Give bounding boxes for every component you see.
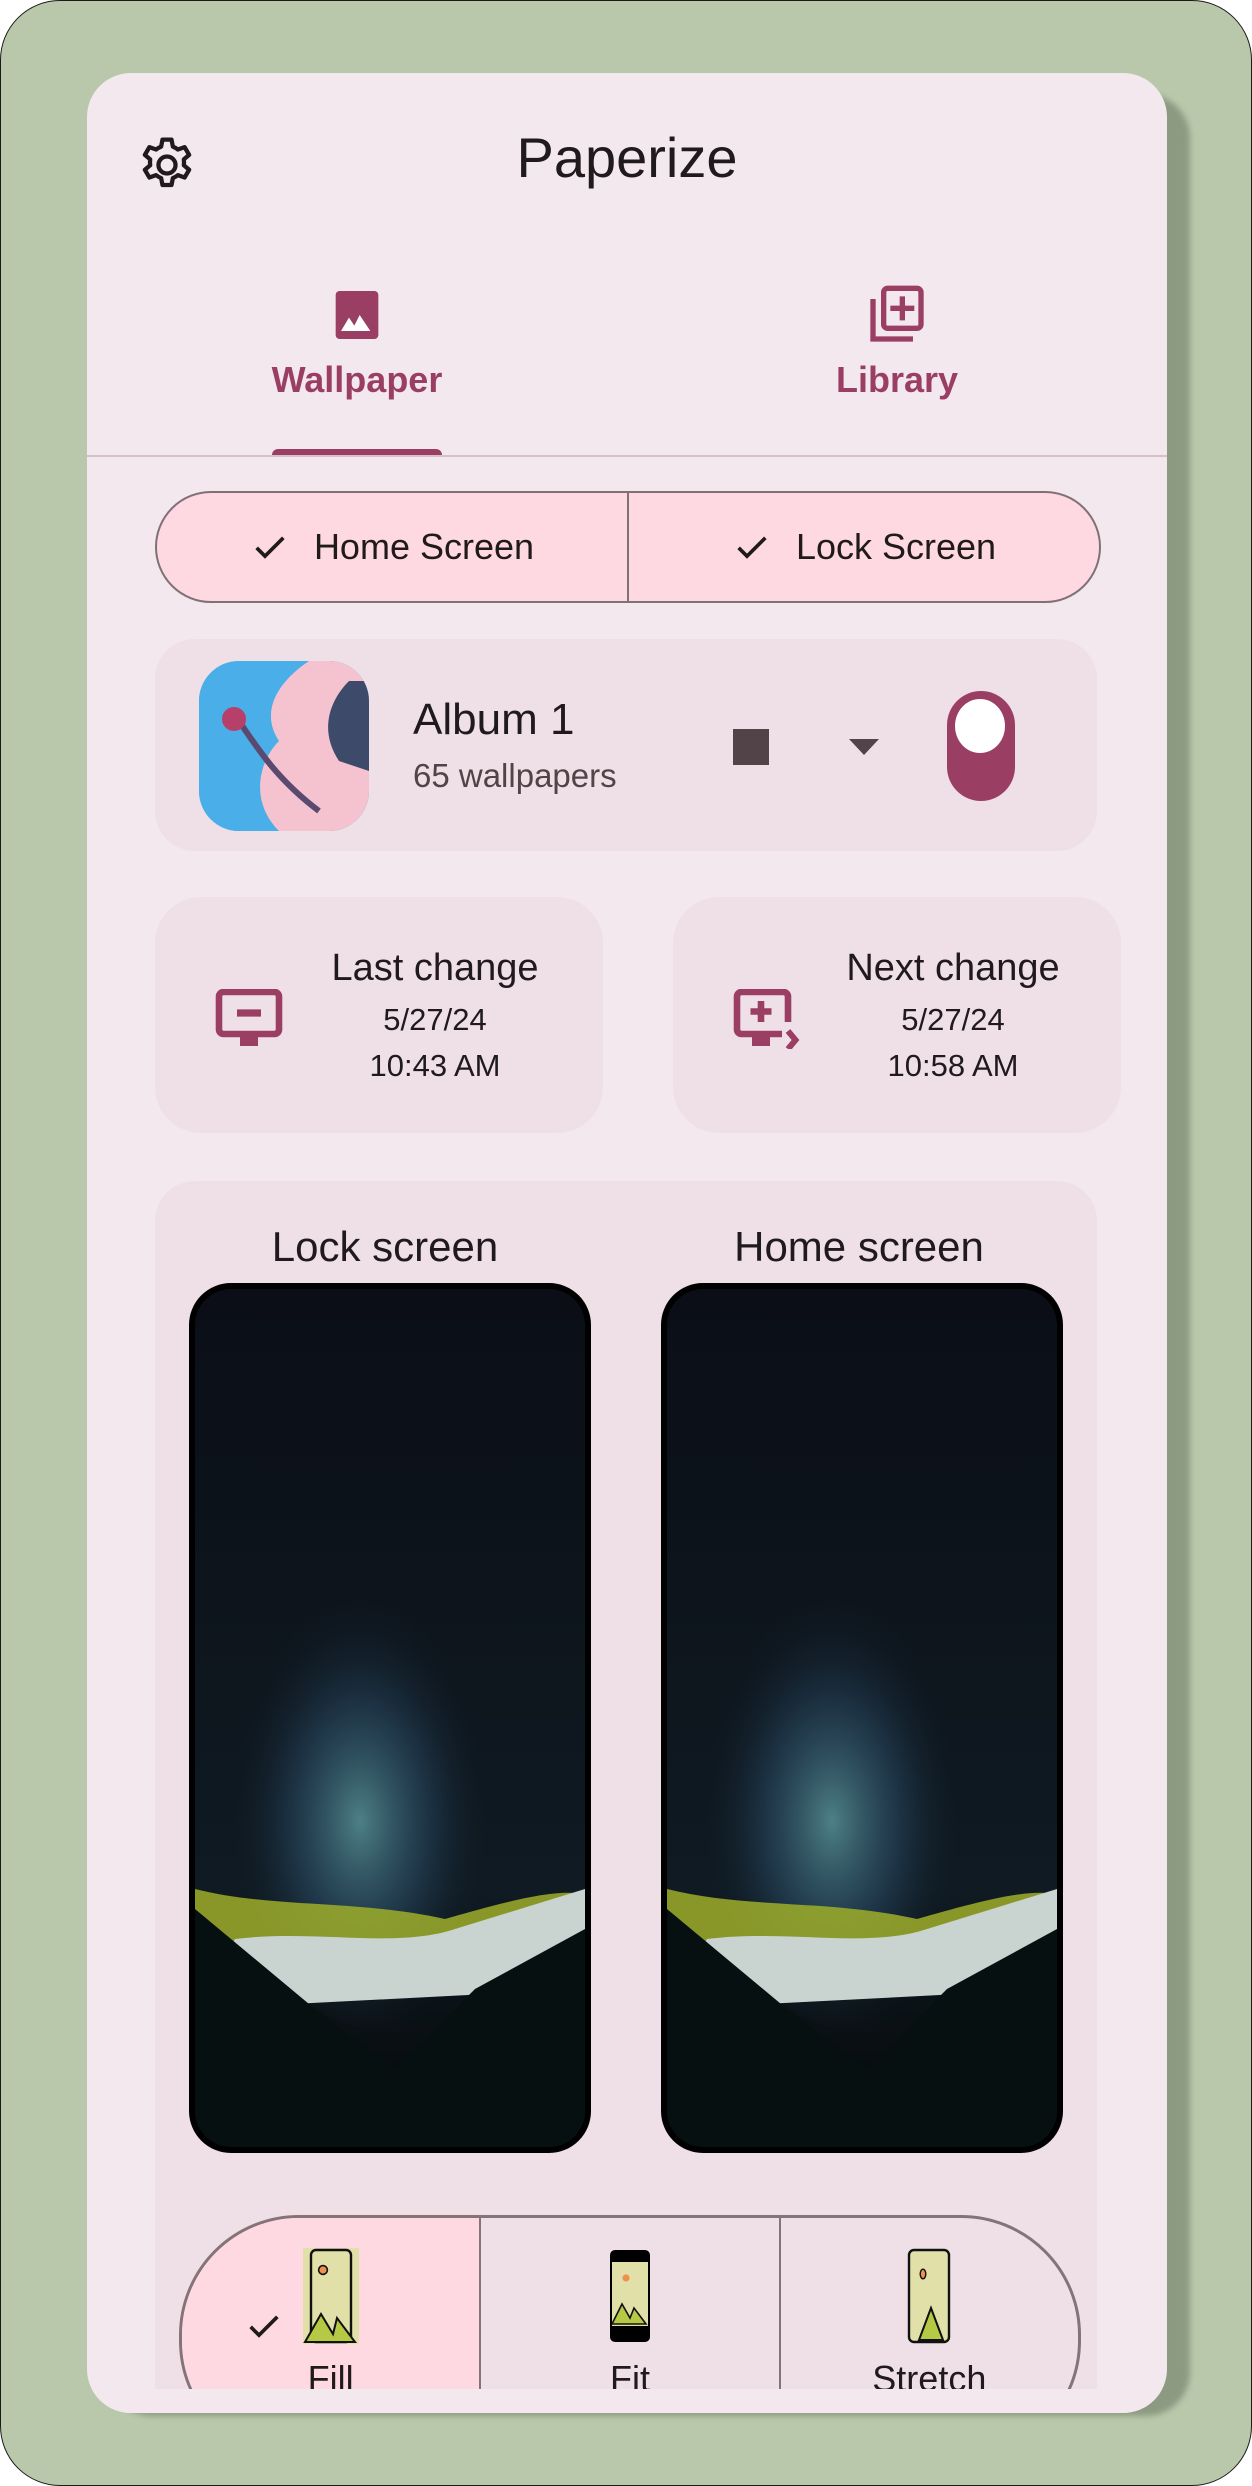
last-change-title: Last change xyxy=(331,947,539,989)
check-icon xyxy=(255,536,285,559)
library-add-icon xyxy=(870,285,924,342)
lock-screen-option[interactable]: Lock Screen xyxy=(627,493,1099,601)
lock-screen-label: Lock Screen xyxy=(795,526,997,567)
scaling-option-stretch[interactable]: Stretch xyxy=(778,2218,1078,2413)
image-icon xyxy=(335,291,379,339)
tab-wallpaper[interactable]: Wallpaper xyxy=(207,283,507,401)
app-title: Paperize xyxy=(516,126,738,189)
arrow-drop-down-icon[interactable] xyxy=(849,739,879,755)
scaling-option-fill[interactable]: Fill xyxy=(182,2218,480,2413)
last-change-card: Last change 5/27/24 10:43 AM xyxy=(155,897,603,1133)
screen-target-toggle: Home Screen Lock Screen xyxy=(155,491,1101,603)
home-screen-preview-label: Home screen xyxy=(734,1223,984,1270)
stretch-scale-icon xyxy=(908,2248,951,2344)
desktop-minus-icon xyxy=(215,989,283,1046)
last-change-date: 5/27/24 xyxy=(383,1002,487,1037)
tab-wallpaper-label: Wallpaper xyxy=(271,359,443,400)
album-card[interactable]: Album 1 65 wallpapers xyxy=(155,639,1097,851)
next-change-date: 5/27/24 xyxy=(901,1002,1005,1037)
fit-scale-icon xyxy=(609,2250,650,2342)
scaling-toggle: Fill Fit Stretch xyxy=(179,2215,1081,2413)
scaling-option-fit[interactable]: Fit xyxy=(479,2218,778,2413)
tab-library[interactable]: Library xyxy=(747,283,1047,401)
next-change-card: Next change 5/27/24 10:58 AM xyxy=(673,897,1121,1133)
lock-screen-preview[interactable] xyxy=(189,1283,591,2153)
last-change-time: 10:43 AM xyxy=(369,1048,501,1083)
album-thumbnail xyxy=(199,661,369,831)
next-change-title: Next change xyxy=(846,947,1060,989)
tab-divider xyxy=(87,455,1167,457)
tab-library-label: Library xyxy=(835,359,959,400)
check-icon xyxy=(249,2315,279,2338)
check-icon xyxy=(737,536,767,559)
home-screen-label: Home Screen xyxy=(313,526,535,567)
fill-scale-icon xyxy=(302,2248,359,2344)
stop-icon[interactable] xyxy=(733,729,769,765)
album-name: Album 1 xyxy=(413,695,575,744)
lock-screen-preview-label: Lock screen xyxy=(271,1223,499,1270)
bottom-padding xyxy=(87,2389,1167,2413)
home-screen-option[interactable]: Home Screen xyxy=(157,493,627,601)
switch-knob xyxy=(955,699,1005,753)
device-frame: Paperize Wallpaper Library Home Screen L… xyxy=(0,0,1252,2486)
desktop-add-next-icon xyxy=(733,989,800,1049)
home-screen-preview[interactable] xyxy=(661,1283,1063,2153)
app-window: Paperize Wallpaper Library Home Screen L… xyxy=(87,73,1167,2413)
album-count: 65 wallpapers xyxy=(413,757,617,794)
next-change-time: 10:58 AM xyxy=(887,1048,1019,1083)
album-enable-switch[interactable] xyxy=(947,691,1015,801)
